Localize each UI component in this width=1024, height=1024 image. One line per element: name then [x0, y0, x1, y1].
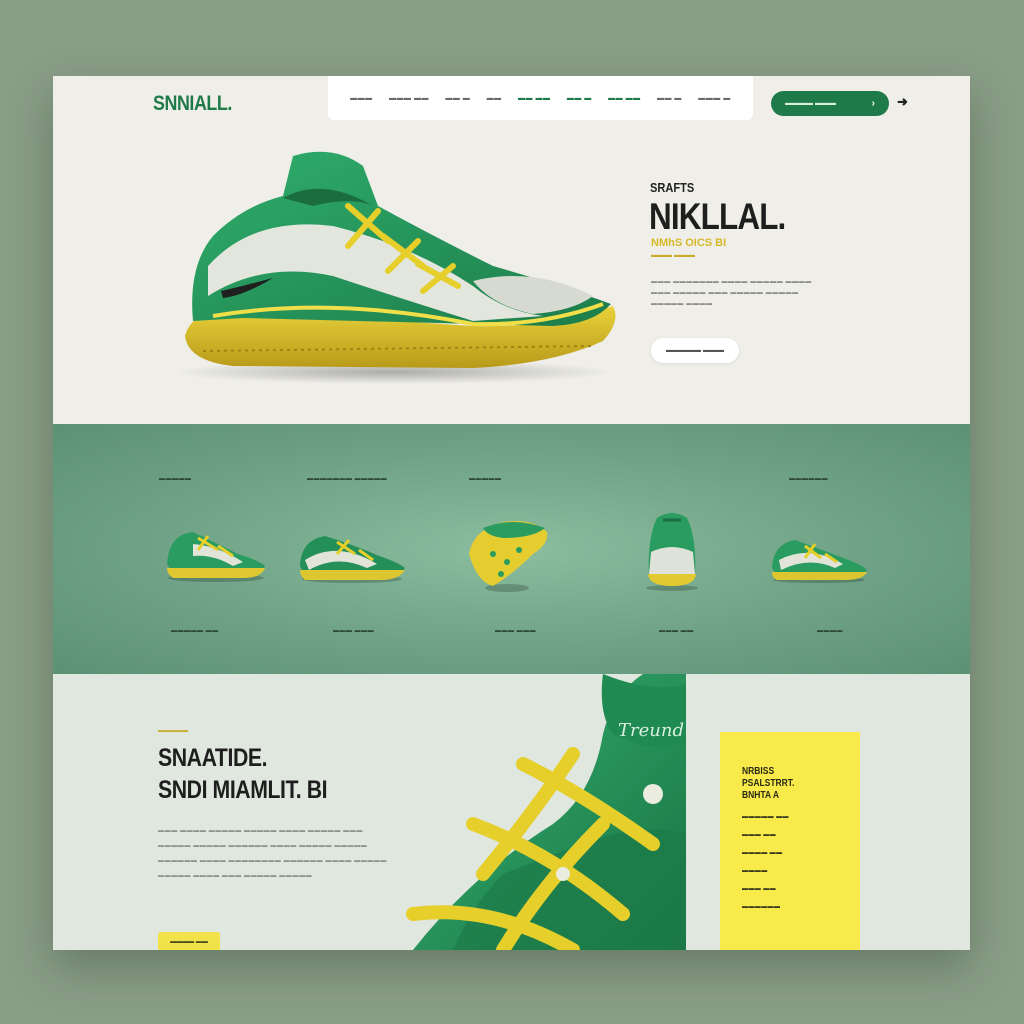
nav-item[interactable]: ▬▬ ▬ — [445, 95, 470, 102]
product-card-label: ▬▬▬▬▬▬ — [789, 476, 828, 482]
info-card-item: ▬▬▬ ▬▬ — [742, 886, 777, 892]
nav-item[interactable]: ▬▬▬ — [350, 95, 373, 102]
product-shoe-image[interactable] — [163, 524, 269, 584]
product-card-label: ▬▬▬▬▬ — [469, 476, 502, 482]
nav-item[interactable]: ▬▬ ▬ — [567, 95, 592, 102]
hero-title: NIKLLAL. — [649, 196, 786, 237]
feature-subtitle: SNDI MIAMLIT. BI — [158, 776, 328, 804]
nav-item[interactable]: ▬▬▬ ▬▬ — [389, 95, 429, 102]
top-nav: ▬▬▬ ▬▬▬ ▬▬ ▬▬ ▬ ▬▬ ▬▬ ▬▬ ▬▬ ▬ ▬▬ ▬▬ ▬▬ ▬… — [328, 76, 753, 120]
product-card-caption: ▬▬▬▬▬ ▬▬ — [171, 628, 219, 634]
header-cta-label: ▬▬▬▬ ▬▬▬ — [785, 100, 836, 107]
product-card-label: ▬▬▬▬▬▬▬ ▬▬▬▬▬ — [307, 476, 388, 482]
product-shoe-image[interactable] — [297, 530, 407, 584]
product-card-caption: ▬▬▬▬ — [817, 628, 843, 634]
product-shoe-image[interactable] — [769, 536, 869, 584]
hero-subtitle-secondary: ▬▬▬ ▬▬▬ — [651, 252, 695, 259]
info-card-title: NRBISS PSALSTRRT. BNHTA A — [742, 766, 795, 801]
header-cta-button[interactable]: ▬▬▬▬ ▬▬▬ › — [771, 91, 889, 116]
feature-kicker: ▬▬▬▬▬ — [158, 728, 188, 734]
hero-shoe-image — [173, 151, 616, 384]
tongue-script-text: Treund — [618, 720, 684, 741]
info-card-item: ▬▬▬▬▬▬ — [742, 904, 781, 910]
nav-item[interactable]: ▬▬ ▬▬ — [518, 95, 550, 102]
product-card-label: ▬▬▬▬▬ — [159, 476, 192, 482]
feature-cta-button[interactable]: ▬▬▬▬ ▬▬ — [158, 932, 220, 950]
feature-section: ▬▬▬▬▬ SNAATIDE. SNDI MIAMLIT. BI ▬▬▬ ▬▬ ▬… — [53, 674, 970, 950]
chevron-right-icon: › — [871, 98, 875, 109]
landing-page: SNNIALL. ▬▬▬ ▬▬▬ ▬▬ ▬▬ ▬ ▬▬ ▬▬ ▬▬ ▬▬ ▬ ▬… — [53, 76, 970, 950]
feature-title: SNAATIDE. — [158, 744, 268, 772]
brand-logo[interactable]: SNNIALL. — [153, 92, 232, 116]
collection-section: ▬▬▬▬▬ ▬▬▬▬▬ ▬▬ ▬▬▬▬▬▬▬ ▬▬▬▬▬ ▬▬▬ ▬▬▬ ▬▬▬… — [53, 424, 970, 674]
info-card-item: ▬▬▬▬▬ ▬▬ — [742, 814, 789, 820]
product-card-caption: ▬▬▬ ▬▬▬ — [333, 628, 375, 634]
nav-item[interactable]: ▬▬ ▬▬ — [608, 95, 640, 102]
info-card-item: ▬▬▬ ▬▬ — [742, 832, 777, 838]
product-card-caption: ▬▬▬ ▬▬ — [659, 628, 694, 634]
arrow-right-icon[interactable]: ➜ — [897, 94, 908, 110]
hero-shop-button[interactable]: ▬▬▬▬▬ ▬▬▬ — [651, 338, 739, 363]
info-card-item: ▬▬▬▬ — [742, 868, 768, 874]
feature-shoe-closeup-image: Treund — [406, 674, 686, 950]
product-card-caption: ▬▬▬ ▬▬▬ — [495, 628, 537, 634]
nav-item[interactable]: ▬▬ ▬ — [657, 95, 682, 102]
hero-description: ▬▬▬ ▬▬▬▬▬▬▬ ▬▬▬▬ ▬▬▬▬▬ ▬▬▬▬ ▬▬▬ ▬▬▬▬▬ ▬▬… — [651, 279, 812, 307]
nav-item[interactable]: ▬▬ — [487, 95, 502, 102]
nav-item[interactable]: ▬▬▬ ▬ — [698, 95, 730, 102]
hero-subtitle: NMhS OICS BI — [651, 237, 727, 249]
info-card-item: ▬▬▬▬ ▬▬ — [742, 850, 783, 856]
product-shoe-image[interactable] — [643, 508, 701, 592]
hero-section: SNNIALL. ▬▬▬ ▬▬▬ ▬▬ ▬▬ ▬ ▬▬ ▬▬ ▬▬ ▬▬ ▬ ▬… — [53, 76, 970, 424]
hero-kicker: SRAFTS — [650, 180, 695, 195]
product-shoe-image[interactable] — [463, 514, 551, 594]
info-card: NRBISS PSALSTRRT. BNHTA A ▬▬▬▬▬ ▬▬ ▬▬▬ ▬… — [720, 732, 860, 950]
